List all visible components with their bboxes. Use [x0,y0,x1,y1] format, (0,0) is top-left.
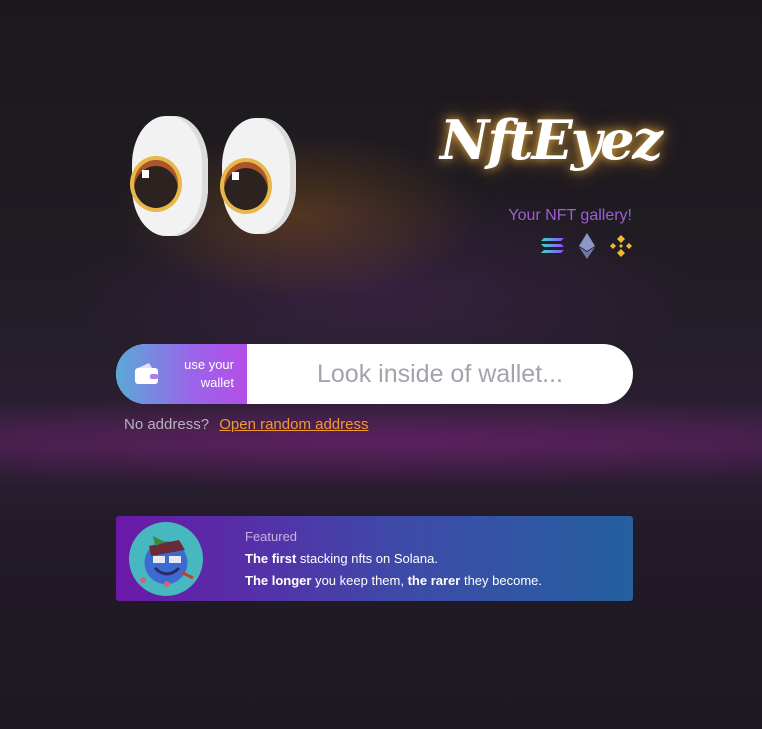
wallet-icon [135,363,158,384]
right-eye [220,118,296,234]
ethereum-icon [579,233,595,259]
chain-icons [540,232,634,260]
use-wallet-label: use your wallet [184,357,234,390]
binance-icon [610,235,632,257]
left-eye [130,116,208,236]
featured-avatar [129,521,203,596]
use-wallet-button[interactable]: use your wallet [116,344,247,404]
featured-label: Featured [245,528,298,544]
wallet-search-bar: use your wallet [116,344,633,404]
no-address-prompt: No address? [124,416,210,433]
background-glow [0,400,762,490]
featured-banner[interactable]: Featured The first stacking nfts on Sola… [116,516,633,601]
brand-logo-text: NftEyez [440,108,663,172]
open-random-address-link[interactable]: Open random address [219,416,368,433]
solana-icon [541,238,564,253]
wallet-address-input[interactable] [247,344,633,404]
featured-line-1: The first stacking nfts on Solana. [245,550,438,566]
tagline: Your NFT gallery! [508,207,632,224]
featured-text: Featured The first stacking nfts on Sola… [245,526,542,592]
random-address-row: No address? Open random address [124,416,369,433]
featured-line-2: The longer you keep them, the rarer they… [245,572,543,588]
